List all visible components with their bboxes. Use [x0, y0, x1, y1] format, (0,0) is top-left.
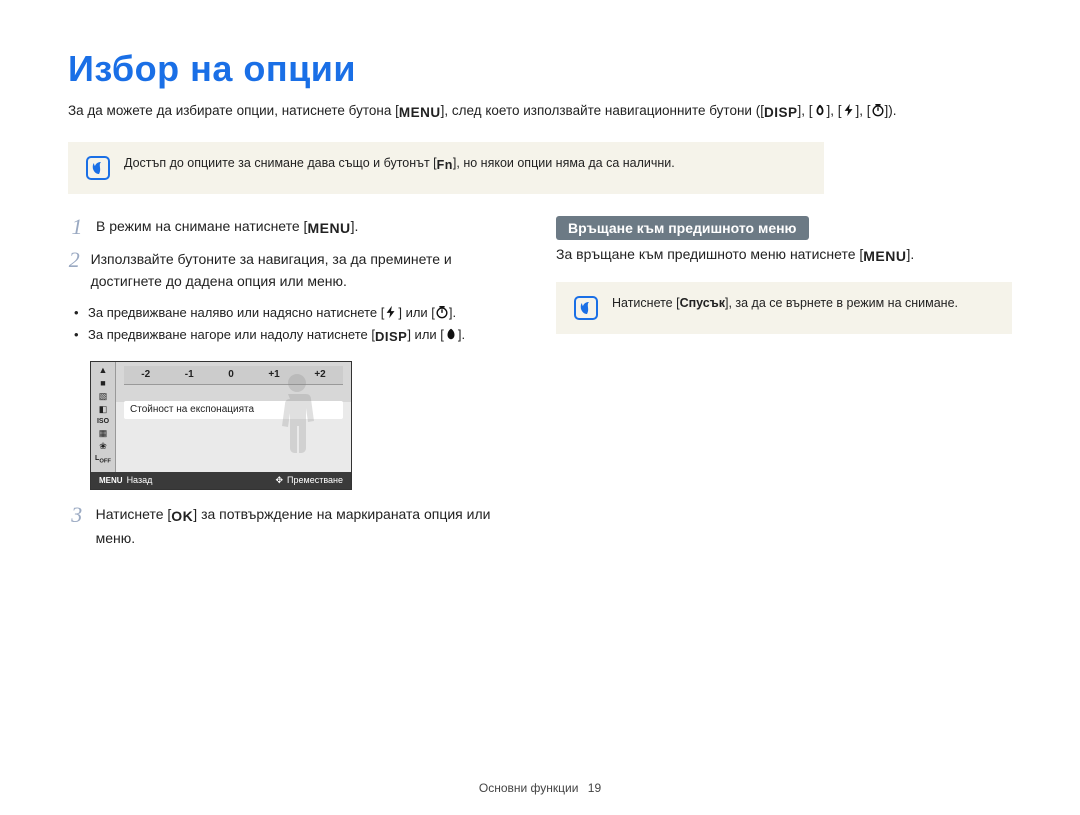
ok-token: OK: [171, 506, 193, 528]
back-label: Назад: [127, 475, 153, 485]
disp-token: DISP: [375, 327, 407, 347]
child-silhouette-icon: [269, 366, 325, 462]
left-column: 1 В режим на снимане натиснете [MENU]. 2…: [68, 216, 524, 560]
tip-text: Достъп до опциите за снимане дава също и…: [124, 156, 675, 172]
shutter-token: Спусък: [680, 296, 725, 310]
right-paragraph: За връщане към предишното меню натиснете…: [556, 246, 1012, 264]
menu-token: MENU: [307, 218, 350, 240]
step-3: 3 Натиснете [OK] за потвърждение на марк…: [68, 504, 524, 549]
camera-lcd-mock: ▲ ■ ▧ ◧ ISO ▦ ❀ LOFF -2 -1 0: [90, 361, 352, 490]
t: ] или [: [398, 305, 435, 320]
tip-box-fn: Достъп до опциите за снимане дава също и…: [68, 142, 824, 194]
macro-icon: [813, 102, 827, 116]
right-column: Връщане към предишното меню За връщане к…: [556, 216, 1012, 560]
lcd-foot-left: MENU Назад: [99, 475, 152, 486]
step-text: Използвайте бутоните за навигация, за да…: [91, 249, 524, 292]
menu-label: MENU: [99, 476, 123, 485]
fn-token: Fn: [437, 158, 453, 172]
step-2-bullets: За предвижване наляво или надясно натисн…: [68, 303, 524, 347]
intro-end: ]).: [885, 103, 897, 118]
disp-token: DISP: [764, 102, 798, 124]
ev-tick: -1: [185, 369, 194, 380]
focus-icon: ❀: [99, 442, 107, 451]
macro-icon: [444, 327, 458, 341]
t: ] или [: [407, 327, 444, 342]
section-heading-pill: Връщане към предишното меню: [556, 216, 809, 240]
intro-text-2: ], след което използвайте навигационните…: [441, 103, 764, 118]
step-number: 3: [68, 504, 86, 549]
t: ].: [449, 305, 456, 320]
lcd-body: ▲ ■ ▧ ◧ ISO ▦ ❀ LOFF -2 -1 0: [91, 362, 351, 472]
flash-icon: [384, 305, 398, 319]
intro-paragraph: За да можете да избирате опции, натиснет…: [68, 100, 1012, 124]
lcd-main: -2 -1 0 +1 +2 Стойност на експонацията: [116, 362, 351, 472]
intro-text: За да можете да избирате опции, натиснет…: [68, 103, 399, 118]
shutter-icon: LOFF: [95, 455, 111, 465]
flash-icon: [842, 102, 856, 116]
timer-icon: [435, 305, 449, 319]
footer-section: Основни функции: [479, 781, 579, 795]
page-footer: Основни функции 19: [0, 781, 1080, 795]
t: ].: [458, 327, 465, 342]
menu-token: MENU: [863, 248, 906, 264]
t: ].: [907, 246, 915, 262]
step-1: 1 В режим на снимане натиснете [MENU].: [68, 216, 524, 240]
wb-icon: ▦: [99, 429, 108, 438]
info-icon: [574, 296, 598, 320]
iso-icon: ISO: [97, 418, 109, 425]
sep: ], [: [856, 103, 871, 118]
move-label: Преместване: [287, 475, 343, 485]
t: В режим на снимане натиснете [: [96, 218, 307, 234]
size-icon: ■: [100, 379, 105, 388]
nav-icon: ✥: [275, 475, 283, 486]
step-text: Натиснете [OK] за потвърждение на маркир…: [96, 504, 524, 549]
lcd-foot-right: ✥ Преместване: [275, 475, 343, 486]
page-number: 19: [588, 781, 601, 795]
ev-icon: ◧: [99, 405, 108, 414]
step-number: 2: [68, 249, 81, 292]
tip-text-a: Достъп до опциите за снимане дава също и…: [124, 156, 437, 170]
two-column-layout: 1 В режим на снимане натиснете [MENU]. 2…: [68, 216, 1012, 560]
tip-text: Натиснете [Спусък], за да се върнете в р…: [612, 296, 958, 310]
t: ], за да се върнете в режим на снимане.: [725, 296, 958, 310]
t: За връщане към предишното меню натиснете…: [556, 246, 863, 262]
timer-icon: [871, 102, 885, 116]
step-number: 1: [68, 216, 86, 240]
menu-token: MENU: [399, 102, 441, 124]
ev-tick: 0: [228, 369, 234, 380]
t: Натиснете [: [96, 506, 172, 522]
list-item: За предвижване нагоре или надолу натисне…: [68, 325, 524, 347]
lcd-footer: MENU Назад ✥ Преместване: [91, 472, 351, 489]
sep: ], [: [797, 103, 812, 118]
tip-box-shutter: Натиснете [Спусък], за да се върнете в р…: [556, 282, 1012, 334]
t: Натиснете [: [612, 296, 680, 310]
t: ].: [351, 218, 359, 234]
info-icon: [86, 156, 110, 180]
lcd-side-icons: ▲ ■ ▧ ◧ ISO ▦ ❀ LOFF: [91, 362, 116, 472]
t: За предвижване наляво или надясно натисн…: [88, 305, 384, 320]
step-text: В режим на снимане натиснете [MENU].: [96, 216, 358, 240]
mode-icon: ▲: [99, 366, 108, 375]
t: За предвижване нагоре или надолу натисне…: [88, 327, 375, 342]
page-title: Избор на опции: [68, 48, 1012, 90]
tip-text-b: ], но някои опции няма да са налични.: [453, 156, 675, 170]
quality-icon: ▧: [99, 392, 108, 401]
sep: ], [: [827, 103, 842, 118]
step-2: 2 Използвайте бутоните за навигация, за …: [68, 249, 524, 292]
ev-tick: -2: [141, 369, 150, 380]
manual-page: Избор на опции За да можете да избирате …: [0, 0, 1080, 815]
list-item: За предвижване наляво или надясно натисн…: [68, 303, 524, 323]
